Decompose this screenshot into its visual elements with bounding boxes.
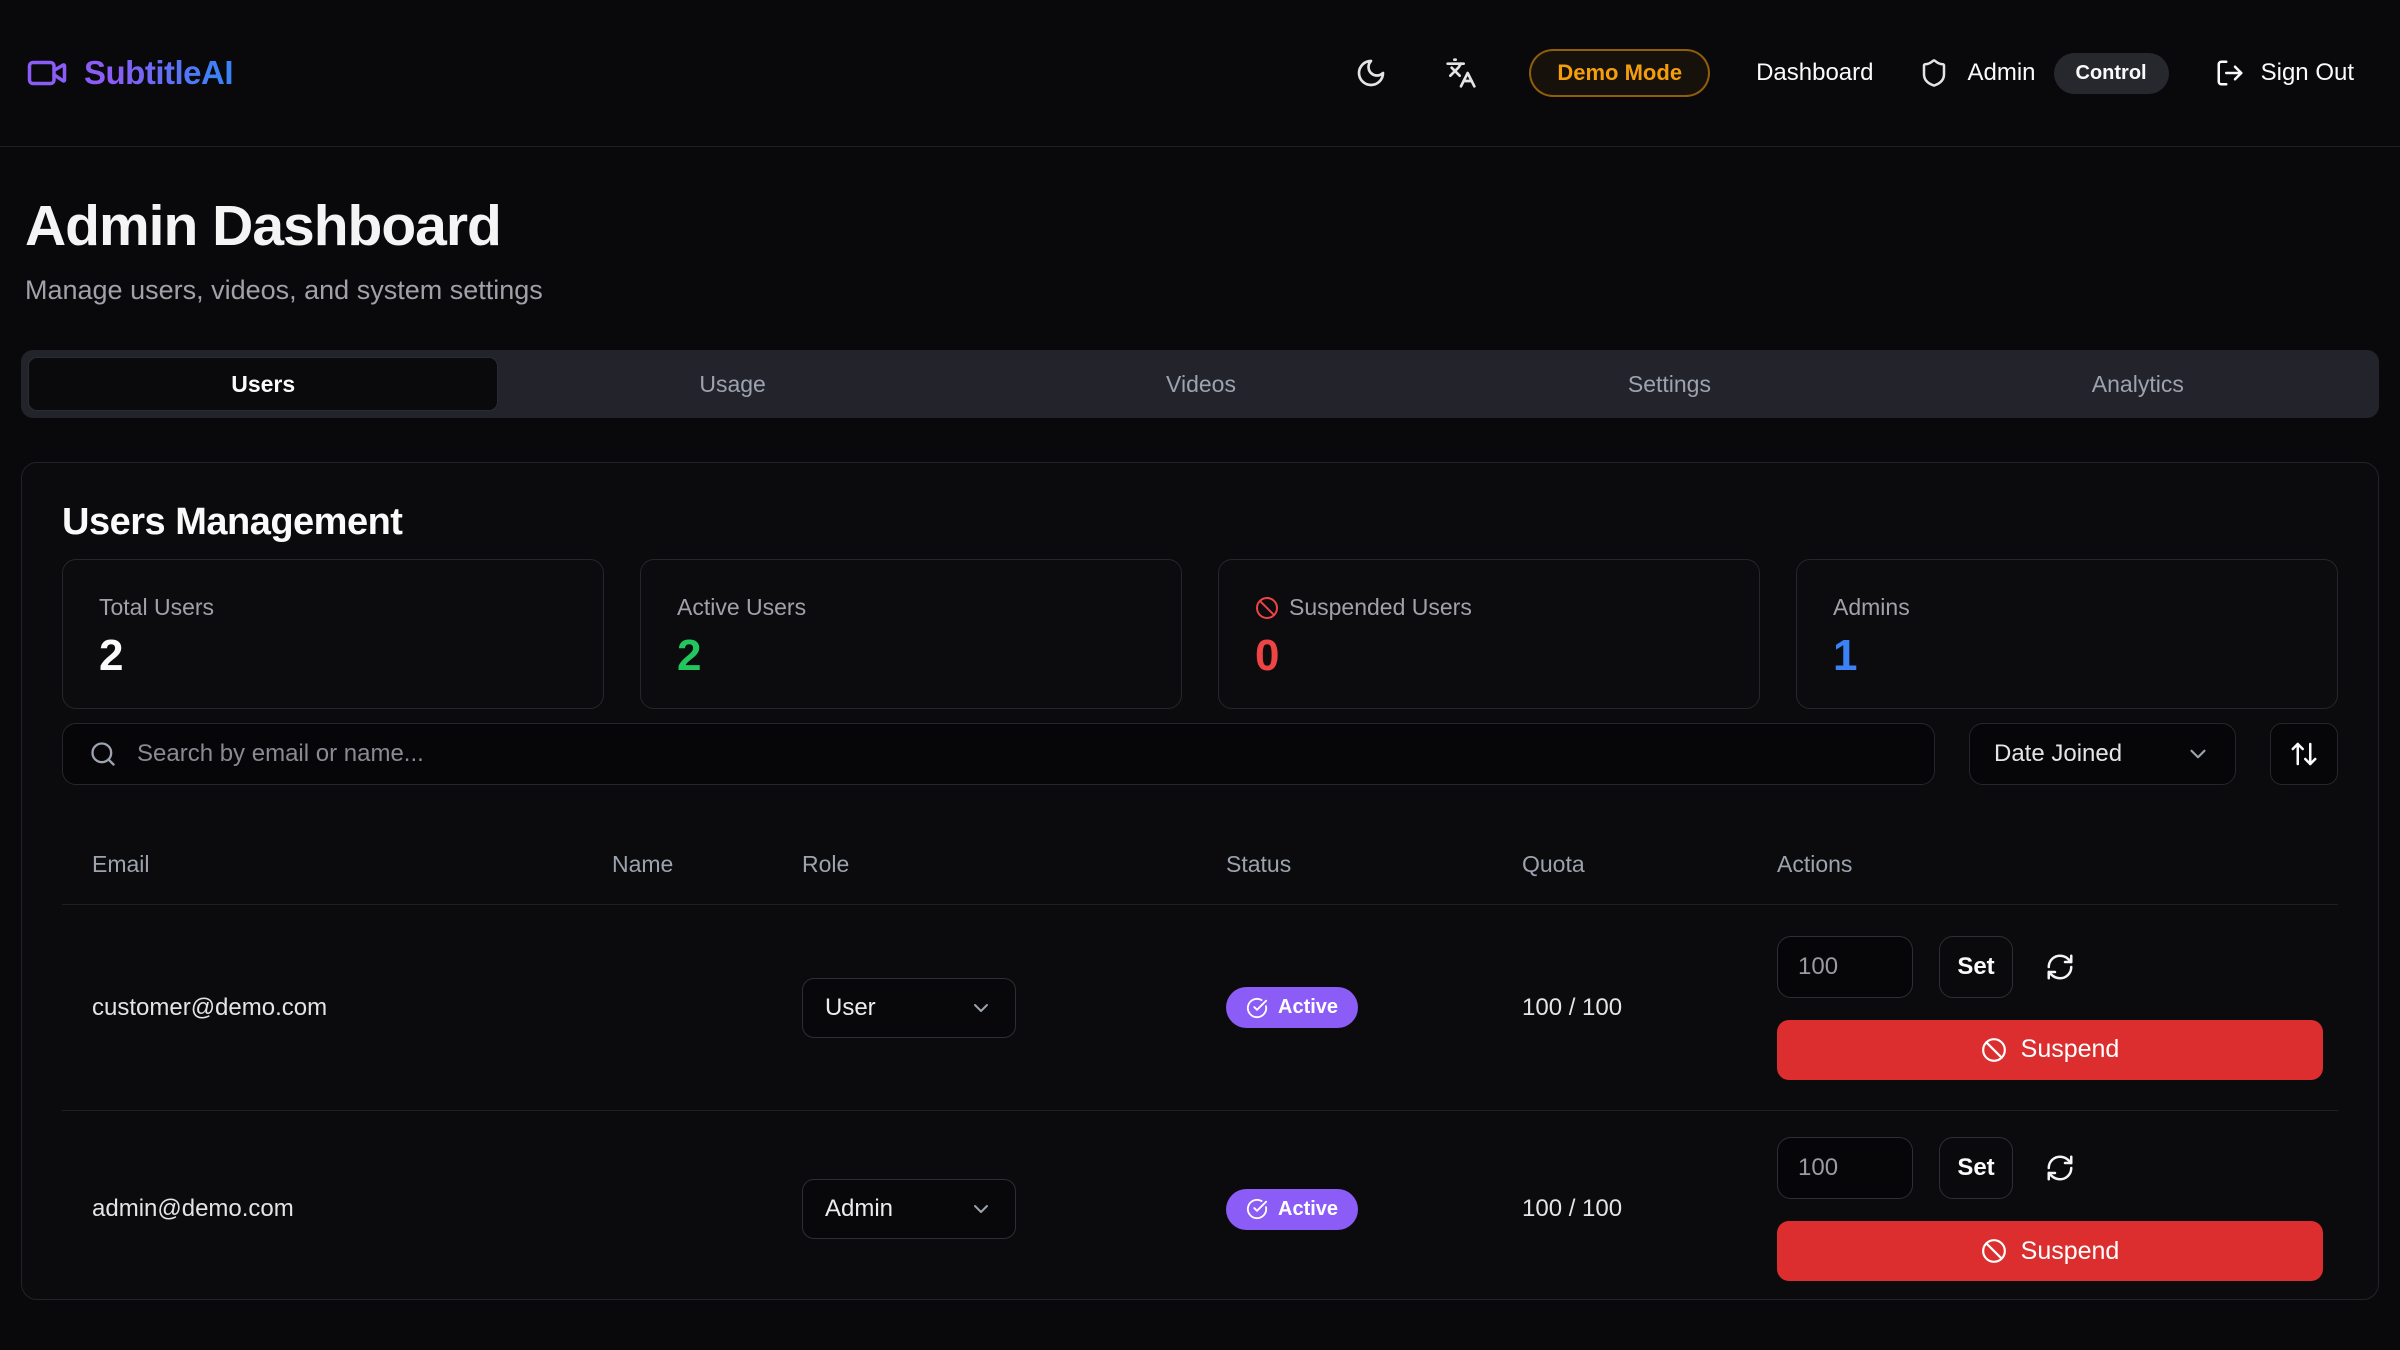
sort-direction-button[interactable] <box>2270 723 2338 785</box>
search-icon <box>89 740 117 768</box>
stat-label: Suspended Users <box>1289 594 1472 621</box>
chevron-down-icon <box>969 996 993 1020</box>
column-header-status: Status <box>1226 851 1522 878</box>
suspend-label: Suspend <box>2021 1035 2120 1064</box>
translate-icon <box>1445 57 1477 89</box>
ban-icon <box>1981 1238 2007 1264</box>
section-title: Users Management <box>62 499 2338 545</box>
control-badge: Control <box>2054 53 2169 94</box>
stat-total-users: Total Users 2 <box>62 559 604 709</box>
status-label: Active <box>1278 1198 1338 1221</box>
role-select-value: Admin <box>825 1195 893 1223</box>
tab-users[interactable]: Users <box>28 357 498 411</box>
language-toggle-button[interactable] <box>1439 51 1483 95</box>
user-quota: 100 / 100 <box>1522 1195 1777 1223</box>
user-actions: Set Suspend <box>1777 1137 2323 1281</box>
sign-out-icon <box>2215 58 2245 88</box>
demo-mode-badge: Demo Mode <box>1529 49 1710 97</box>
user-quota: 100 / 100 <box>1522 994 1777 1022</box>
stat-value: 2 <box>99 631 567 681</box>
sort-field-select[interactable]: Date Joined <box>1969 723 2236 785</box>
stat-label: Admins <box>1833 594 1910 621</box>
refresh-quota-button[interactable] <box>2045 952 2075 982</box>
role-select[interactable]: Admin <box>802 1179 1016 1239</box>
chevron-down-icon <box>969 1197 993 1221</box>
ban-icon <box>1255 596 1279 620</box>
users-management-card: Users Management Total Users 2 Active Us… <box>21 462 2379 1300</box>
stat-value: 1 <box>1833 631 2301 681</box>
table-controls: Date Joined <box>62 723 2338 785</box>
table-row: admin@demo.com Admin <box>62 1111 2338 1300</box>
set-quota-button[interactable]: Set <box>1939 1137 2013 1199</box>
sign-out-button[interactable]: Sign Out <box>2215 58 2354 88</box>
stat-admins: Admins 1 <box>1796 559 2338 709</box>
search-input[interactable] <box>137 740 1908 768</box>
top-nav-items: Demo Mode Dashboard Admin Control Sign O… <box>1349 49 2354 97</box>
brand-logo[interactable]: SubtitleAI <box>26 52 233 94</box>
tab-settings[interactable]: Settings <box>1435 357 1903 411</box>
stat-value: 2 <box>677 631 1145 681</box>
shield-icon <box>1919 58 1949 88</box>
theme-toggle-button[interactable] <box>1349 51 1393 95</box>
stats-row: Total Users 2 Active Users 2 Suspended U… <box>62 559 2338 709</box>
refresh-quota-button[interactable] <box>2045 1153 2075 1183</box>
column-header-quota: Quota <box>1522 851 1777 878</box>
table-row: customer@demo.com User <box>62 905 2338 1111</box>
section-tabs: Users Usage Videos Settings Analytics <box>21 350 2379 418</box>
admin-label: Admin <box>1967 59 2035 87</box>
video-camera-icon <box>26 52 68 94</box>
tab-analytics[interactable]: Analytics <box>1904 357 2372 411</box>
page-subtitle: Manage users, videos, and system setting… <box>25 275 2375 306</box>
status-label: Active <box>1278 996 1338 1019</box>
status-badge: Active <box>1226 1189 1358 1230</box>
brand-name: SubtitleAI <box>84 54 233 92</box>
refresh-icon <box>2045 1153 2075 1183</box>
arrow-up-down-icon <box>2289 739 2319 769</box>
dashboard-link[interactable]: Dashboard <box>1756 59 1873 87</box>
role-select-value: User <box>825 994 876 1022</box>
column-header-actions: Actions <box>1777 851 2338 878</box>
stat-label: Active Users <box>677 594 806 621</box>
tab-videos[interactable]: Videos <box>967 357 1435 411</box>
stat-active-users: Active Users 2 <box>640 559 1182 709</box>
column-header-role: Role <box>802 851 1226 878</box>
admin-role-chip: Admin Control <box>1919 53 2168 94</box>
suspend-user-button[interactable]: Suspend <box>1777 1221 2323 1281</box>
circle-check-icon <box>1246 1198 1268 1220</box>
stat-value: 0 <box>1255 631 1723 681</box>
quota-input[interactable] <box>1777 1137 1913 1199</box>
quota-input[interactable] <box>1777 936 1913 998</box>
stat-label: Total Users <box>99 594 214 621</box>
set-quota-button[interactable]: Set <box>1939 936 2013 998</box>
circle-check-icon <box>1246 997 1268 1019</box>
sort-field-value: Date Joined <box>1994 740 2122 768</box>
user-email: admin@demo.com <box>92 1195 612 1223</box>
top-navigation-bar: SubtitleAI Demo Mode Dashboard <box>0 0 2400 147</box>
moon-icon <box>1355 57 1387 89</box>
page-content: Admin Dashboard Manage users, videos, an… <box>0 193 2400 1300</box>
suspend-label: Suspend <box>2021 1237 2120 1266</box>
suspend-user-button[interactable]: Suspend <box>1777 1020 2323 1080</box>
chevron-down-icon <box>2185 741 2211 767</box>
column-header-email: Email <box>92 851 612 878</box>
column-header-name: Name <box>612 851 802 878</box>
stat-suspended-users: Suspended Users 0 <box>1218 559 1760 709</box>
table-header-row: Email Name Role Status Quota Actions <box>62 809 2338 905</box>
refresh-icon <box>2045 952 2075 982</box>
page-title: Admin Dashboard <box>25 193 2375 259</box>
ban-icon <box>1981 1037 2007 1063</box>
search-box <box>62 723 1935 785</box>
user-email: customer@demo.com <box>92 994 612 1022</box>
user-actions: Set Suspend <box>1777 936 2323 1080</box>
sign-out-label: Sign Out <box>2261 59 2354 87</box>
role-select[interactable]: User <box>802 978 1016 1038</box>
status-badge: Active <box>1226 987 1358 1028</box>
tab-usage[interactable]: Usage <box>498 357 966 411</box>
